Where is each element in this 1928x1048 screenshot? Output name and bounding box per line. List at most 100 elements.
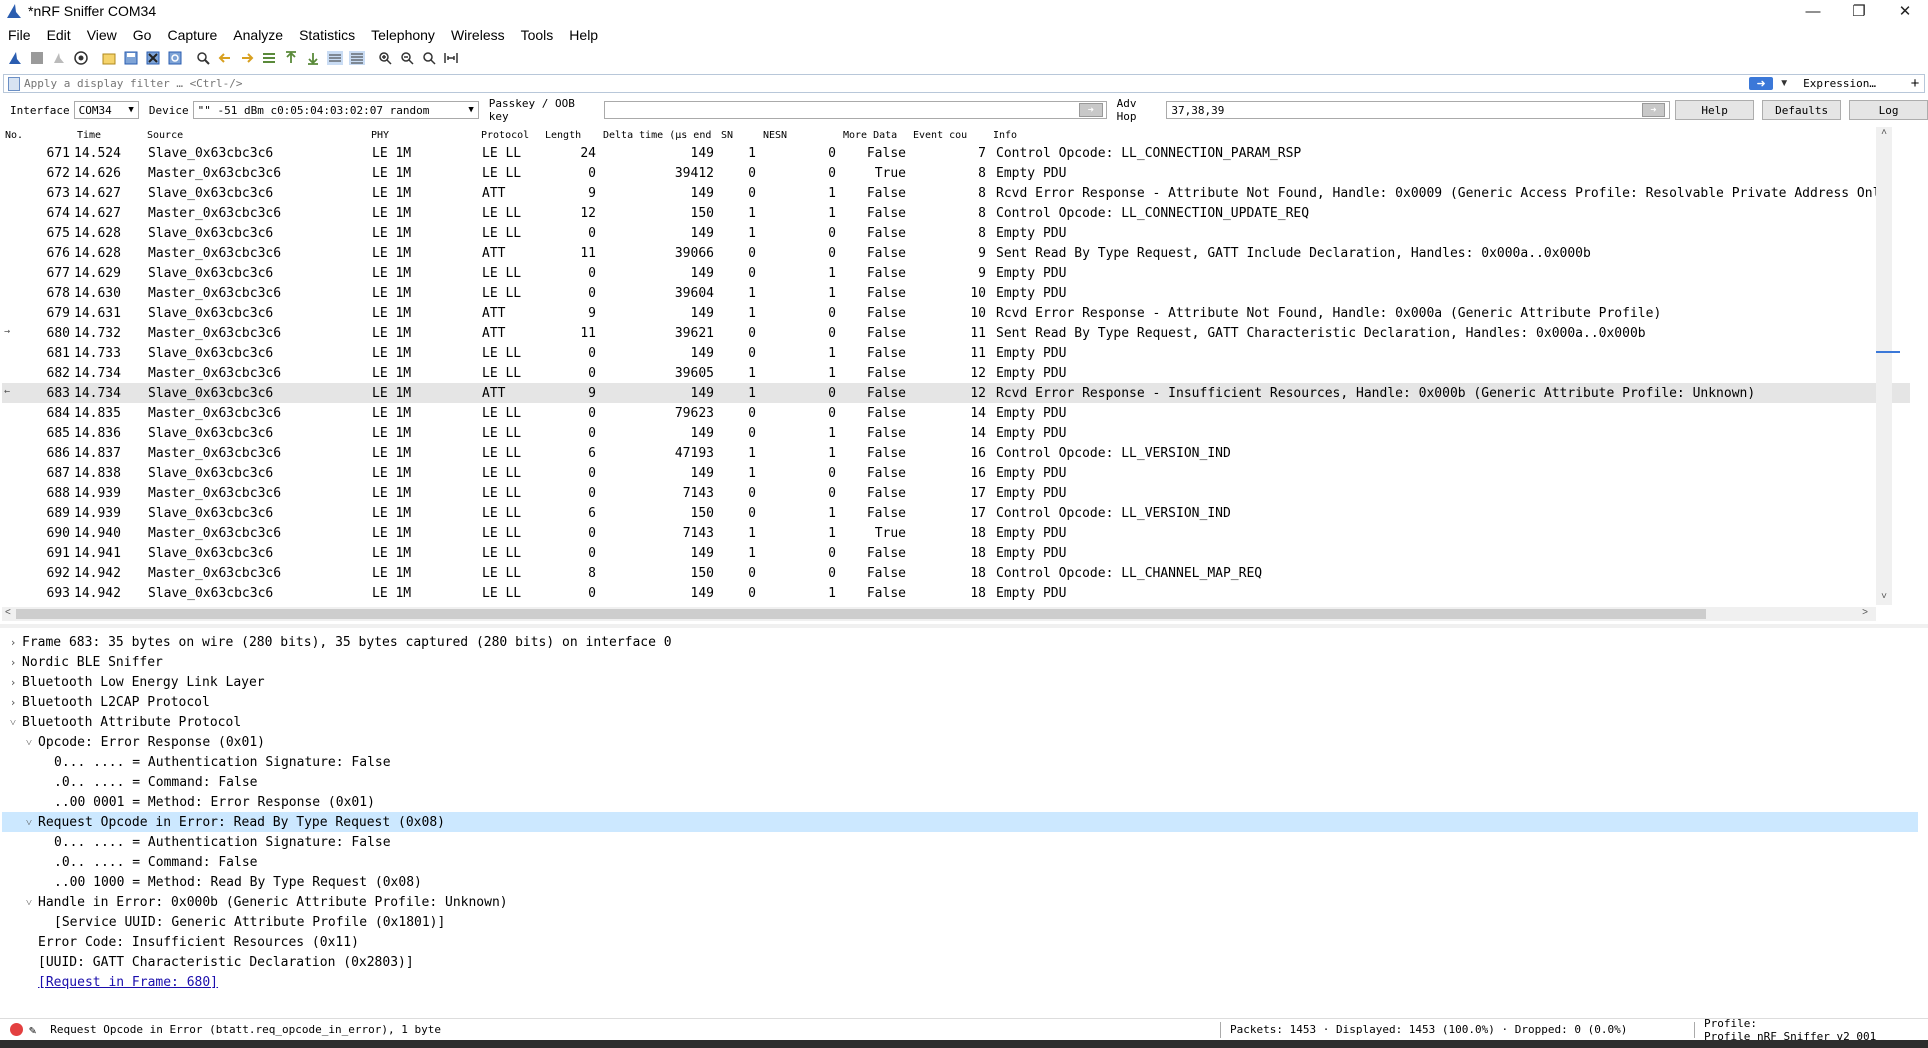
find-packet-icon[interactable] — [192, 48, 214, 68]
display-filter-input[interactable] — [24, 77, 1750, 90]
tree-item[interactable]: › Nordic BLE Sniffer — [2, 652, 1918, 672]
chevron-down-icon[interactable]: ▼ — [1777, 78, 1791, 89]
menu-tools[interactable]: Tools — [513, 27, 562, 43]
table-row[interactable]: 687 14.838 Slave_0x63cbc3c6 LE 1M LE LL 0 149 1… — [2, 463, 1910, 483]
col-header-time[interactable]: Time — [74, 130, 144, 141]
tree-item[interactable]: [Service UUID: Generic Attribute Profile… — [2, 912, 1918, 932]
table-row[interactable]: 672 14.626 Master_0x63cbc3c6 LE 1M LE LL 0 394… — [2, 163, 1910, 183]
adv-hop-input[interactable]: 37,38,39 — [1166, 101, 1670, 119]
chevron-right-icon[interactable]: › — [6, 696, 20, 709]
col-header-sn[interactable]: SN — [718, 130, 760, 141]
tree-item[interactable]: › Bluetooth Low Energy Link Layer — [2, 672, 1918, 692]
table-row[interactable]: 684 14.835 Master_0x63cbc3c6 LE 1M LE LL 0 796… — [2, 403, 1910, 423]
close-icon[interactable]: ✕ — [1882, 0, 1928, 22]
chevron-right-icon[interactable]: › — [6, 636, 20, 649]
col-header-nesn[interactable]: NESN — [760, 130, 840, 141]
menu-capture[interactable]: Capture — [159, 27, 225, 43]
adv-hop-apply-icon[interactable]: ➜ — [1641, 103, 1666, 117]
col-header-more-data[interactable]: More Data — [840, 130, 910, 141]
table-row[interactable]: 681 14.733 Slave_0x63cbc3c6 LE 1M LE LL 0 149 0… — [2, 343, 1910, 363]
apply-filter-arrow-icon[interactable]: ➜ — [1749, 77, 1774, 90]
stop-capture-icon[interactable] — [26, 48, 48, 68]
profile-switcher[interactable]: Profile: Profile_nRF_Sniffer_v2_001 — [1704, 1017, 1928, 1043]
go-to-packet-icon[interactable] — [258, 48, 280, 68]
col-header-phy[interactable]: PHY — [368, 130, 478, 141]
menu-wireless[interactable]: Wireless — [443, 27, 513, 43]
table-row[interactable]: 674 14.627 Master_0x63cbc3c6 LE 1M LE LL 12 15… — [2, 203, 1910, 223]
tree-item[interactable]: ..00 0001 = Method: Error Response (0x01… — [2, 792, 1918, 812]
packet-list[interactable]: No. Time Source PHY Protocol Length Delt… — [2, 127, 1910, 605]
add-filter-button[interactable]: + — [1906, 75, 1924, 92]
menu-go[interactable]: Go — [125, 27, 160, 43]
go-first-packet-icon[interactable] — [280, 48, 302, 68]
go-last-packet-icon[interactable] — [302, 48, 324, 68]
resize-columns-icon[interactable] — [440, 48, 462, 68]
tree-item[interactable]: ˅ Request Opcode in Error: Read By Type R… — [2, 812, 1918, 832]
minimize-icon[interactable]: — — [1790, 0, 1836, 22]
go-forward-icon[interactable] — [236, 48, 258, 68]
go-back-icon[interactable] — [214, 48, 236, 68]
colorize-icon[interactable] — [346, 48, 368, 68]
scrollbar-thumb[interactable] — [16, 609, 1706, 619]
zoom-in-icon[interactable] — [374, 48, 396, 68]
table-row[interactable]: 689 14.939 Slave_0x63cbc3c6 LE 1M LE LL 6 150 0… — [2, 503, 1910, 523]
tree-item[interactable]: › Bluetooth L2CAP Protocol — [2, 692, 1918, 712]
tree-item[interactable]: 0... .... = Authentication Signature: Fa… — [2, 752, 1918, 772]
menu-help[interactable]: Help — [561, 27, 606, 43]
save-file-icon[interactable] — [120, 48, 142, 68]
table-row[interactable]: 679 14.631 Slave_0x63cbc3c6 LE 1M ATT 9 149 1 0 F… — [2, 303, 1910, 323]
table-row[interactable]: 671 14.524 Slave_0x63cbc3c6 LE 1M LE LL 24 149… — [2, 143, 1910, 163]
table-row[interactable]: → 680 14.732 Master_0x63cbc3c6 LE 1M ATT 11 396… — [2, 323, 1910, 343]
tree-item[interactable]: [UUID: GATT Characteristic Declaration (… — [2, 952, 1918, 972]
menu-view[interactable]: View — [79, 27, 125, 43]
table-row[interactable]: 692 14.942 Master_0x63cbc3c6 LE 1M LE LL 8 150… — [2, 563, 1910, 583]
packet-list-vertical-scrollbar[interactable]: ˄ ˅ — [1876, 127, 1892, 605]
expression-button[interactable]: Expression… — [1791, 77, 1906, 90]
log-button[interactable]: Log — [1849, 100, 1928, 120]
col-header-no[interactable]: No. — [2, 130, 74, 141]
table-row[interactable]: 676 14.628 Master_0x63cbc3c6 LE 1M ATT 11 3906… — [2, 243, 1910, 263]
scroll-left-icon[interactable]: ˂ — [5, 607, 11, 618]
table-row[interactable]: 673 14.627 Slave_0x63cbc3c6 LE 1M ATT 9 149 0 1 F… — [2, 183, 1910, 203]
frame-link[interactable]: [Request in Frame: 680] — [38, 975, 218, 990]
tree-item[interactable]: ˅ Opcode: Error Response (0x01) — [2, 732, 1918, 752]
table-row[interactable]: 690 14.940 Master_0x63cbc3c6 LE 1M LE LL 0 714… — [2, 523, 1910, 543]
col-header-protocol[interactable]: Protocol — [478, 130, 542, 141]
tree-item[interactable]: .0.. .... = Command: False — [2, 772, 1918, 792]
open-file-icon[interactable] — [98, 48, 120, 68]
table-row[interactable]: 682 14.734 Master_0x63cbc3c6 LE 1M LE LL 0 396… — [2, 363, 1910, 383]
chevron-down-icon[interactable]: ˅ — [22, 896, 36, 909]
table-row[interactable]: 685 14.836 Slave_0x63cbc3c6 LE 1M LE LL 0 149 0… — [2, 423, 1910, 443]
zoom-normal-icon[interactable] — [418, 48, 440, 68]
tree-item[interactable]: ˅ Handle in Error: 0x000b (Generic Attrib… — [2, 892, 1918, 912]
menu-edit[interactable]: Edit — [39, 27, 79, 43]
tree-item[interactable]: ˅ Bluetooth Attribute Protocol — [2, 712, 1918, 732]
tree-item[interactable]: ..00 1000 = Method: Read By Type Request… — [2, 872, 1918, 892]
passkey-apply-icon[interactable]: ➜ — [1078, 103, 1103, 117]
auto-scroll-icon[interactable] — [324, 48, 346, 68]
close-file-icon[interactable] — [142, 48, 164, 68]
capture-options-icon[interactable] — [70, 48, 92, 68]
maximize-icon[interactable]: ❐ — [1836, 0, 1882, 22]
expert-info-icon[interactable] — [10, 1023, 23, 1036]
menu-statistics[interactable]: Statistics — [291, 27, 363, 43]
table-row[interactable]: 675 14.628 Slave_0x63cbc3c6 LE 1M LE LL 0 149 1… — [2, 223, 1910, 243]
edit-comment-icon[interactable]: ✎ — [29, 1023, 36, 1037]
scroll-right-icon[interactable]: ˃ — [1862, 607, 1868, 618]
tree-item[interactable]: › Frame 683: 35 bytes on wire (280 bits),… — [2, 632, 1918, 652]
tree-item[interactable]: 0... .... = Authentication Signature: Fa… — [2, 832, 1918, 852]
restart-capture-icon[interactable] — [48, 48, 70, 68]
menu-analyze[interactable]: Analyze — [225, 27, 291, 43]
scroll-down-icon[interactable]: ˅ — [1876, 591, 1892, 605]
pane-splitter[interactable] — [0, 624, 1928, 628]
col-header-delta[interactable]: Delta time (µs end — [600, 130, 718, 141]
scroll-up-icon[interactable]: ˄ — [1876, 127, 1892, 141]
col-header-source[interactable]: Source — [144, 130, 368, 141]
menu-file[interactable]: File — [0, 27, 39, 43]
table-row[interactable]: 677 14.629 Slave_0x63cbc3c6 LE 1M LE LL 0 149 0… — [2, 263, 1910, 283]
start-capture-icon[interactable] — [4, 48, 26, 68]
device-select[interactable]: "" -51 dBm c0:05:04:03:02:07 random ▼ — [192, 101, 479, 119]
tree-item[interactable]: Error Code: Insufficient Resources (0x11… — [2, 932, 1918, 952]
tree-item[interactable]: [Request in Frame: 680] — [2, 972, 1918, 992]
table-row[interactable]: 686 14.837 Master_0x63cbc3c6 LE 1M LE LL 6 471… — [2, 443, 1910, 463]
